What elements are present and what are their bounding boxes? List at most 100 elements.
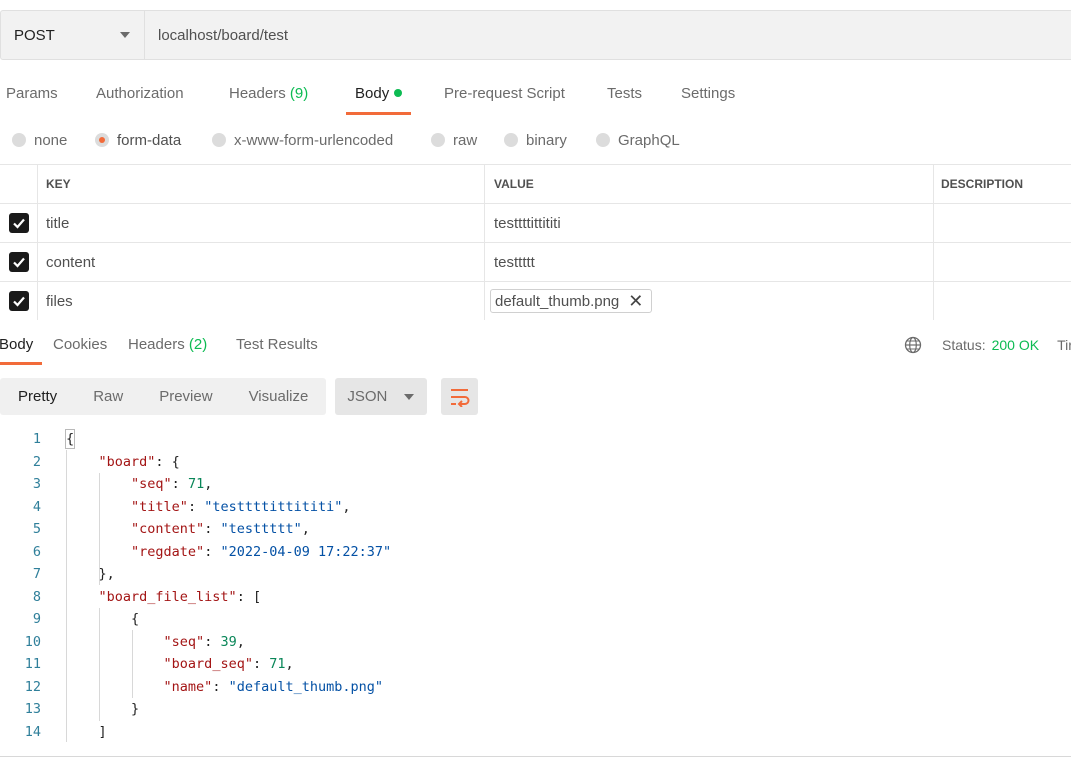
code-text: "board_seq": 71, xyxy=(163,656,294,672)
tab-label: Test Results xyxy=(236,336,318,353)
value-cell[interactable]: testtttt xyxy=(485,243,934,281)
body-indicator-dot xyxy=(394,89,403,97)
radio-circle xyxy=(504,133,518,147)
radio-label: form-data xyxy=(117,131,182,149)
tab-test-results[interactable]: Test Results xyxy=(236,331,318,365)
key-cell[interactable]: title xyxy=(38,204,485,242)
line-number: 7 xyxy=(32,566,41,582)
radio-circle xyxy=(212,133,226,147)
description-cell[interactable] xyxy=(934,243,1071,281)
tab-headers[interactable]: Headers (9) xyxy=(229,81,308,115)
code-text: { xyxy=(66,611,140,627)
tab-label: Authorization xyxy=(96,85,184,102)
radio-raw[interactable]: raw xyxy=(431,128,477,152)
description-cell[interactable] xyxy=(934,204,1071,242)
radio-none[interactable]: none xyxy=(12,128,67,152)
tab-cookies[interactable]: Cookies xyxy=(53,331,107,365)
check-icon xyxy=(12,257,25,268)
radio-binary[interactable]: binary xyxy=(504,128,567,152)
table-row: files default_thumb.png ✕ xyxy=(0,282,1071,320)
header-checkbox-cell xyxy=(0,165,38,203)
tab-response-body[interactable]: Body xyxy=(0,331,43,365)
check-icon xyxy=(12,296,25,307)
checkbox-cell xyxy=(0,243,38,281)
response-tabs: Body Cookies Headers (2) Test Results St… xyxy=(0,331,1071,365)
body-type-radios: none form-data x-www-form-urlencoded raw… xyxy=(0,128,1071,152)
code-text: "seq": 39, xyxy=(163,633,245,650)
row-checkbox[interactable] xyxy=(8,252,29,272)
view-mode-segmented: Pretty Raw Preview Visualize xyxy=(0,378,327,415)
checkbox-cell xyxy=(0,204,38,242)
radio-form-data[interactable]: form-data xyxy=(95,128,181,152)
response-view-toolbar: Pretty Raw Preview Visualize JSON xyxy=(0,378,479,415)
tab-label: Settings xyxy=(681,85,736,102)
view-pretty[interactable]: Pretty xyxy=(0,378,75,415)
wrap-lines-icon xyxy=(450,388,470,407)
line-number: 10 xyxy=(24,633,41,650)
key-cell[interactable]: content xyxy=(38,243,485,281)
format-select[interactable]: JSON xyxy=(335,378,428,415)
response-body-editor[interactable]: 1 {2 "board": {3 "seq": 71, 4 "title": "te… xyxy=(0,428,1071,748)
radio-label: GraphQL xyxy=(618,131,680,149)
tab-pre-request-script[interactable]: Pre-request Script xyxy=(444,81,565,115)
code-text: "name": "default_thumb.png" xyxy=(163,678,384,695)
line-number: 2 xyxy=(32,453,41,470)
tab-authorization[interactable]: Authorization xyxy=(96,81,184,115)
value-cell[interactable]: testtttittititi xyxy=(485,204,934,242)
close-icon[interactable]: ✕ xyxy=(628,292,643,310)
radio-label: none xyxy=(34,131,68,149)
view-visualize[interactable]: Visualize xyxy=(231,378,327,415)
line-number: 11 xyxy=(24,656,41,672)
request-bar: POST localhost/board/test xyxy=(0,10,1071,60)
code-text: "board_file_list": [ xyxy=(98,588,262,605)
globe-icon[interactable] xyxy=(904,336,922,354)
tab-response-headers[interactable]: Headers (2) xyxy=(128,331,207,365)
code-text: { xyxy=(66,431,75,447)
line-number: 6 xyxy=(32,543,41,560)
line-number: 9 xyxy=(32,611,41,627)
tab-tests[interactable]: Tests xyxy=(607,81,642,115)
line-number: 8 xyxy=(32,588,41,605)
url-input[interactable]: localhost/board/test xyxy=(145,11,288,59)
format-label: JSON xyxy=(347,388,388,405)
tab-label: Headers xyxy=(229,85,286,102)
tab-settings[interactable]: Settings xyxy=(681,81,735,115)
tab-body[interactable]: Body xyxy=(345,81,412,115)
tab-label: Body xyxy=(0,336,34,353)
code-text: "board": { xyxy=(98,453,180,470)
method-select[interactable]: POST xyxy=(1,11,145,59)
radio-circle xyxy=(12,133,26,147)
line-number: 12 xyxy=(24,678,41,695)
code-text: }, xyxy=(66,566,115,582)
view-raw[interactable]: Raw xyxy=(75,378,141,415)
key-cell[interactable]: files xyxy=(38,282,485,320)
table-row: title testtttittititi xyxy=(0,204,1071,243)
line-number: 13 xyxy=(24,701,41,717)
radio-label: raw xyxy=(453,131,478,149)
column-header-value: VALUE xyxy=(485,165,934,203)
chevron-down-icon xyxy=(404,393,415,400)
radio-label: binary xyxy=(526,131,567,149)
radio-graphql[interactable]: GraphQL xyxy=(596,128,680,152)
row-checkbox[interactable] xyxy=(8,213,29,233)
row-checkbox[interactable] xyxy=(8,291,29,311)
code-text: "title": "testtttittititi", xyxy=(131,498,351,515)
radio-circle xyxy=(95,133,109,147)
view-preview[interactable]: Preview xyxy=(141,378,230,415)
line-number: 5 xyxy=(32,521,41,537)
tab-label: Body xyxy=(355,85,390,102)
table-header-row: KEY VALUE DESCRIPTION xyxy=(0,165,1071,204)
method-label: POST xyxy=(14,26,55,44)
wrap-lines-button[interactable] xyxy=(441,378,479,415)
code-text: ] xyxy=(66,723,107,740)
tab-label: Headers xyxy=(128,336,185,353)
radio-x-www-form-urlencoded[interactable]: x-www-form-urlencoded xyxy=(212,128,393,152)
panel-bottom-border xyxy=(0,756,1071,757)
column-header-key: KEY xyxy=(38,165,485,203)
file-chip[interactable]: default_thumb.png ✕ xyxy=(490,289,653,313)
radio-circle xyxy=(596,133,610,147)
request-tabs: Params Authorization Headers (9) Body Pr… xyxy=(0,81,1071,115)
description-cell[interactable] xyxy=(934,282,1071,320)
code-text: "content": "testtttt", xyxy=(131,521,310,537)
tab-params[interactable]: Params xyxy=(6,81,58,115)
